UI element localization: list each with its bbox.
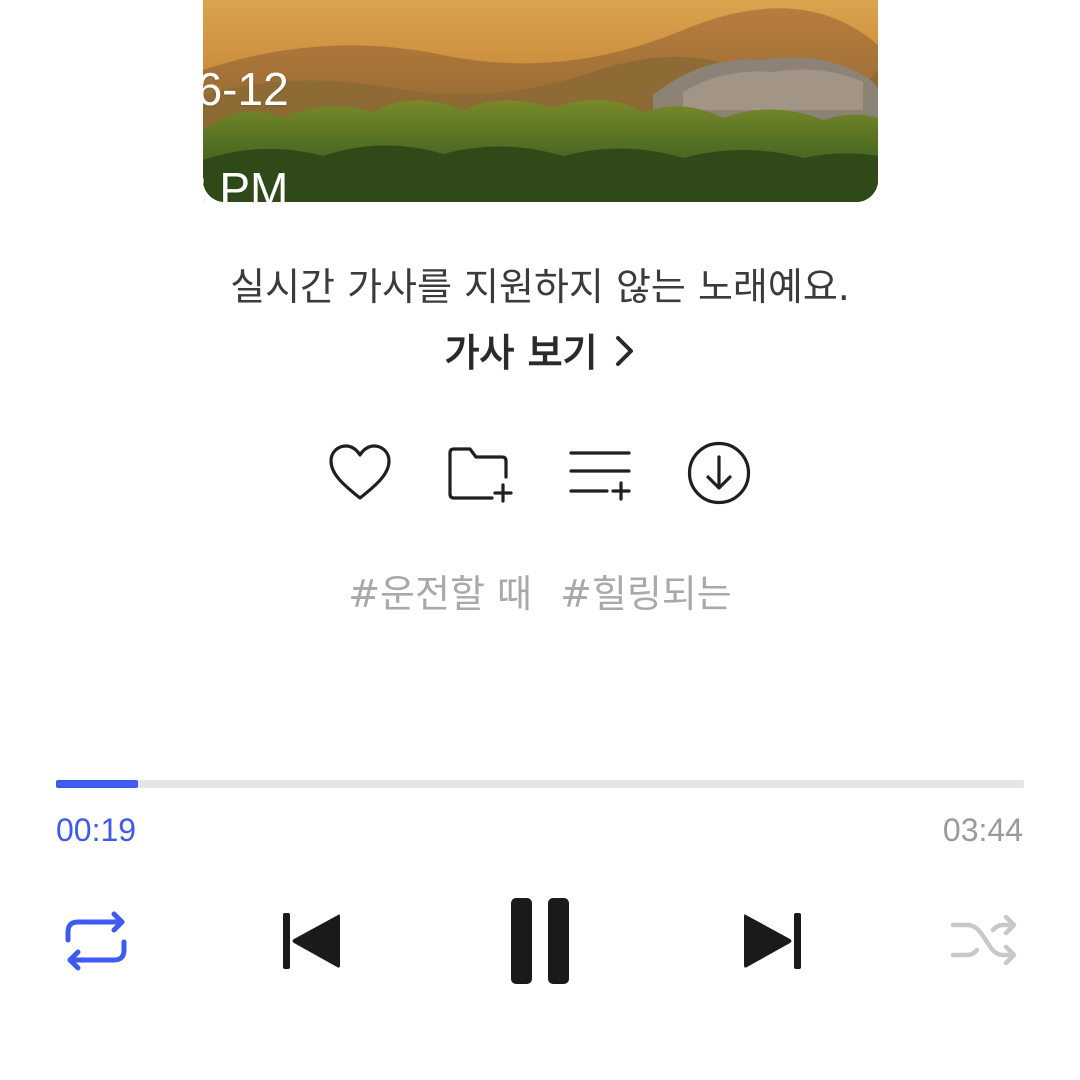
pause-icon bbox=[511, 898, 569, 984]
current-time: 00:19 bbox=[56, 812, 137, 848]
folder-add-icon bbox=[448, 447, 513, 503]
tag-driving[interactable]: #운전할 때 bbox=[348, 572, 532, 616]
like-button[interactable] bbox=[325, 438, 395, 508]
next-button[interactable] bbox=[740, 906, 806, 976]
overlay-time: 3 PM bbox=[203, 163, 289, 205]
playlist-add-icon bbox=[569, 451, 631, 501]
heart-icon bbox=[329, 444, 391, 500]
overlay-date: 06-12 bbox=[203, 63, 289, 115]
chevron-right-icon bbox=[614, 333, 636, 377]
skip-next-icon bbox=[744, 913, 801, 969]
shuffle-icon bbox=[950, 914, 1017, 966]
tag-healing[interactable]: #힐링되는 bbox=[560, 572, 732, 616]
previous-button[interactable] bbox=[278, 906, 344, 976]
view-lyrics-link[interactable]: 가사 보기 bbox=[0, 322, 1080, 377]
widget-overlay: 06-12 3 PM bbox=[203, 0, 878, 205]
repeat-button[interactable] bbox=[56, 906, 136, 976]
shuffle-button[interactable] bbox=[946, 908, 1024, 974]
total-time: 03:44 bbox=[942, 812, 1023, 848]
pause-button[interactable] bbox=[500, 893, 580, 989]
download-button[interactable] bbox=[684, 438, 754, 508]
skip-previous-icon bbox=[283, 913, 340, 969]
mood-tags: #운전할 때 #힐링되는 bbox=[0, 563, 1080, 618]
progress-bar[interactable] bbox=[56, 780, 1024, 788]
add-to-playlist-button[interactable] bbox=[566, 438, 636, 508]
progress-fill bbox=[56, 780, 139, 788]
download-icon bbox=[687, 441, 751, 505]
add-to-folder-button[interactable] bbox=[445, 438, 515, 508]
track-actions bbox=[0, 438, 1080, 508]
lyrics-unsupported-message: 실시간 가사를 지원하지 않는 노래예요. bbox=[230, 265, 850, 309]
view-lyrics-label: 가사 보기 bbox=[444, 331, 598, 375]
repeat-icon bbox=[65, 911, 127, 971]
